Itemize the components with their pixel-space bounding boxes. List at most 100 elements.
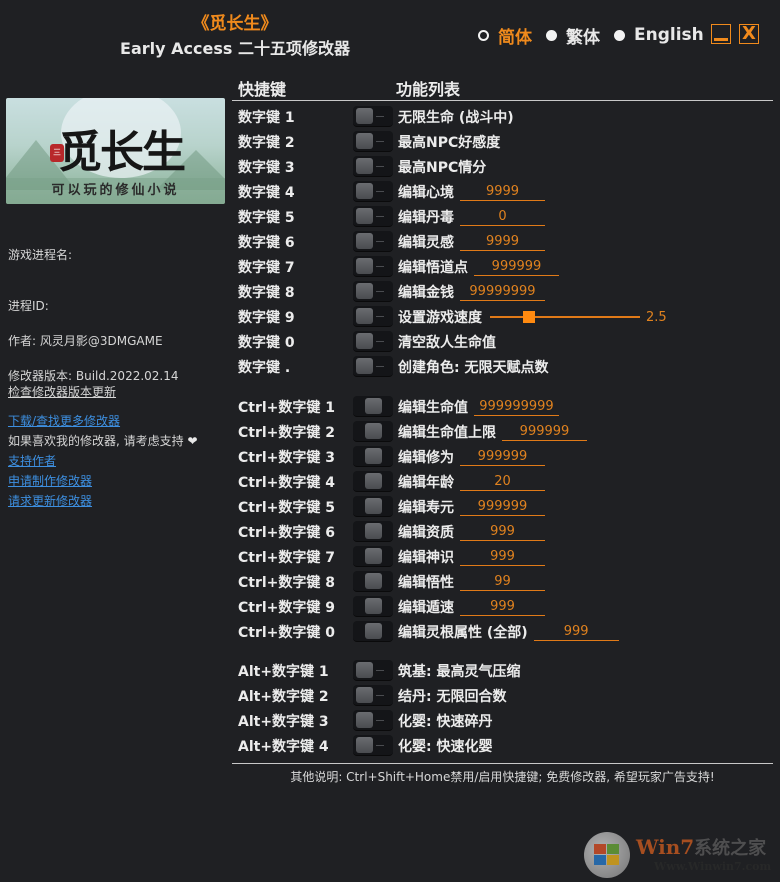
cheat-row: 数字键 3 最高NPC情分 — [238, 154, 778, 179]
speed-slider[interactable] — [490, 309, 640, 325]
request-trainer-link[interactable]: 申请制作修改器 — [8, 472, 92, 489]
function-item: 编辑金钱 99999999 — [398, 282, 545, 302]
toggle-switch[interactable] — [353, 685, 393, 706]
value-input[interactable]: 20 — [460, 474, 545, 491]
hotkey-label: Ctrl+数字键 3 — [238, 450, 336, 466]
lang-option-traditional[interactable]: 繁体 — [546, 23, 600, 48]
value-input[interactable]: 99999999 — [460, 284, 545, 301]
value-input[interactable]: 999999 — [502, 424, 587, 441]
toggle-knob — [356, 183, 373, 199]
cheat-row: Alt+数字键 1 筑基: 最高灵气压缩 — [238, 658, 778, 683]
minimize-button[interactable] — [711, 24, 731, 44]
function-item: 编辑心境 9999 — [398, 182, 545, 202]
game-title: 《觅长生》 — [192, 14, 278, 34]
logo-pane — [607, 844, 619, 854]
hotkey-label: Alt+数字键 3 — [238, 714, 329, 730]
toggle-switch[interactable] — [353, 206, 393, 227]
function-item: 化婴: 快速碎丹 — [398, 711, 492, 731]
value-input[interactable]: 999999999 — [474, 399, 559, 416]
close-button[interactable]: X — [739, 24, 759, 44]
toggle-switch[interactable] — [353, 131, 393, 152]
function-label: 编辑遁速 — [398, 600, 454, 616]
function-label: 编辑神识 — [398, 550, 454, 566]
value-input[interactable]: 999999 — [474, 259, 559, 276]
hotkey-label: 数字键 9 — [238, 310, 295, 326]
check-update-link[interactable]: 检查修改器版本更新 — [8, 383, 116, 400]
function-item: 结丹: 无限回合数 — [398, 686, 506, 706]
toggle-switch[interactable] — [353, 181, 393, 202]
hotkey-label: Alt+数字键 4 — [238, 739, 329, 755]
value-input[interactable]: 9999 — [460, 234, 545, 251]
toggle-switch[interactable] — [353, 521, 393, 542]
toggle-switch[interactable] — [353, 735, 393, 756]
radio-selected-icon[interactable] — [478, 29, 489, 41]
value-input[interactable]: 9999 — [460, 184, 545, 201]
process-name-label: 游戏进程名: — [8, 248, 73, 262]
cheat-row: Ctrl+数字键 6 编辑资质 999 — [238, 519, 778, 544]
request-update-link[interactable]: 请求更新修改器 — [8, 492, 92, 509]
value-input[interactable]: 999 — [460, 599, 545, 616]
toggle-switch[interactable] — [353, 396, 393, 417]
value-input[interactable]: 0 — [460, 209, 545, 226]
toggle-knob — [356, 308, 373, 324]
value-input[interactable]: 999 — [460, 524, 545, 541]
toggle-switch[interactable] — [353, 446, 393, 467]
toggle-switch[interactable] — [353, 156, 393, 177]
value-input[interactable]: 99 — [460, 574, 545, 591]
function-item: 编辑丹毒 0 — [398, 207, 545, 227]
toggle-switch[interactable] — [353, 546, 393, 567]
toggle-switch[interactable] — [353, 281, 393, 302]
banner-slogan: 可以玩的修仙小说 — [51, 183, 180, 198]
function-label: 编辑金钱 — [398, 285, 454, 301]
logo-pane — [607, 855, 619, 865]
hotkey-label: 数字键 5 — [238, 210, 295, 226]
language-selector: 简体 繁体 English — [478, 22, 718, 48]
hotkey-label: Ctrl+数字键 0 — [238, 625, 336, 641]
cheat-row: Ctrl+数字键 3 编辑修为 999999 — [238, 444, 778, 469]
close-icon: X — [742, 23, 756, 44]
title-block: 《觅长生》 Early Access 二十五项修改器 — [100, 12, 370, 62]
toggle-switch[interactable] — [353, 356, 393, 377]
cheat-row: 数字键 6 编辑灵感 9999 — [238, 229, 778, 254]
cheat-row: Alt+数字键 4 化婴: 快速化婴 — [238, 733, 778, 758]
hotkey-label: 数字键 . — [238, 360, 291, 376]
watermark-brand-cn: 系统之家 — [694, 838, 767, 859]
hotkey-label: 数字键 0 — [238, 335, 295, 351]
function-label: 化婴: 快速碎丹 — [398, 714, 493, 730]
function-label: 筑基: 最高灵气压缩 — [398, 664, 521, 680]
value-input[interactable]: 999999 — [460, 449, 545, 466]
toggle-switch[interactable] — [353, 710, 393, 731]
lang-option-english[interactable]: English — [614, 25, 704, 45]
toggle-switch[interactable] — [353, 231, 393, 252]
toggle-knob — [356, 333, 373, 349]
lang-option-simplified[interactable]: 简体 — [478, 23, 532, 48]
slider-value: 2.5 — [646, 309, 667, 325]
toggle-switch[interactable] — [353, 256, 393, 277]
function-label: 最高NPC好感度 — [398, 135, 501, 151]
toggle-switch[interactable] — [353, 306, 393, 327]
cheat-row: Ctrl+数字键 8 编辑悟性 99 — [238, 569, 778, 594]
function-item: 编辑年龄 20 — [398, 472, 545, 492]
value-input[interactable]: 999 — [460, 549, 545, 566]
function-label: 编辑心境 — [398, 185, 454, 201]
support-author-link[interactable]: 支持作者 — [8, 452, 56, 469]
toggle-switch[interactable] — [353, 331, 393, 352]
toggle-switch[interactable] — [353, 106, 393, 127]
toggle-switch[interactable] — [353, 496, 393, 517]
radio-icon[interactable] — [546, 29, 557, 41]
hotkey-label: 数字键 3 — [238, 160, 295, 176]
toggle-switch[interactable] — [353, 621, 393, 642]
toggle-switch[interactable] — [353, 596, 393, 617]
cheat-row: Ctrl+数字键 5 编辑寿元 999999 — [238, 494, 778, 519]
value-input[interactable]: 999 — [533, 624, 619, 641]
toggle-switch[interactable] — [353, 421, 393, 442]
version-text: 修改器版本: Build.2022.02.14 — [8, 369, 179, 383]
toggle-knob — [356, 258, 373, 274]
value-input[interactable]: 999999 — [460, 499, 545, 516]
radio-icon[interactable] — [614, 29, 625, 41]
toggle-switch[interactable] — [353, 660, 393, 681]
slider-thumb[interactable] — [523, 311, 535, 323]
toggle-switch[interactable] — [353, 571, 393, 592]
toggle-switch[interactable] — [353, 471, 393, 492]
download-more-link[interactable]: 下载/查找更多修改器 — [8, 412, 120, 429]
